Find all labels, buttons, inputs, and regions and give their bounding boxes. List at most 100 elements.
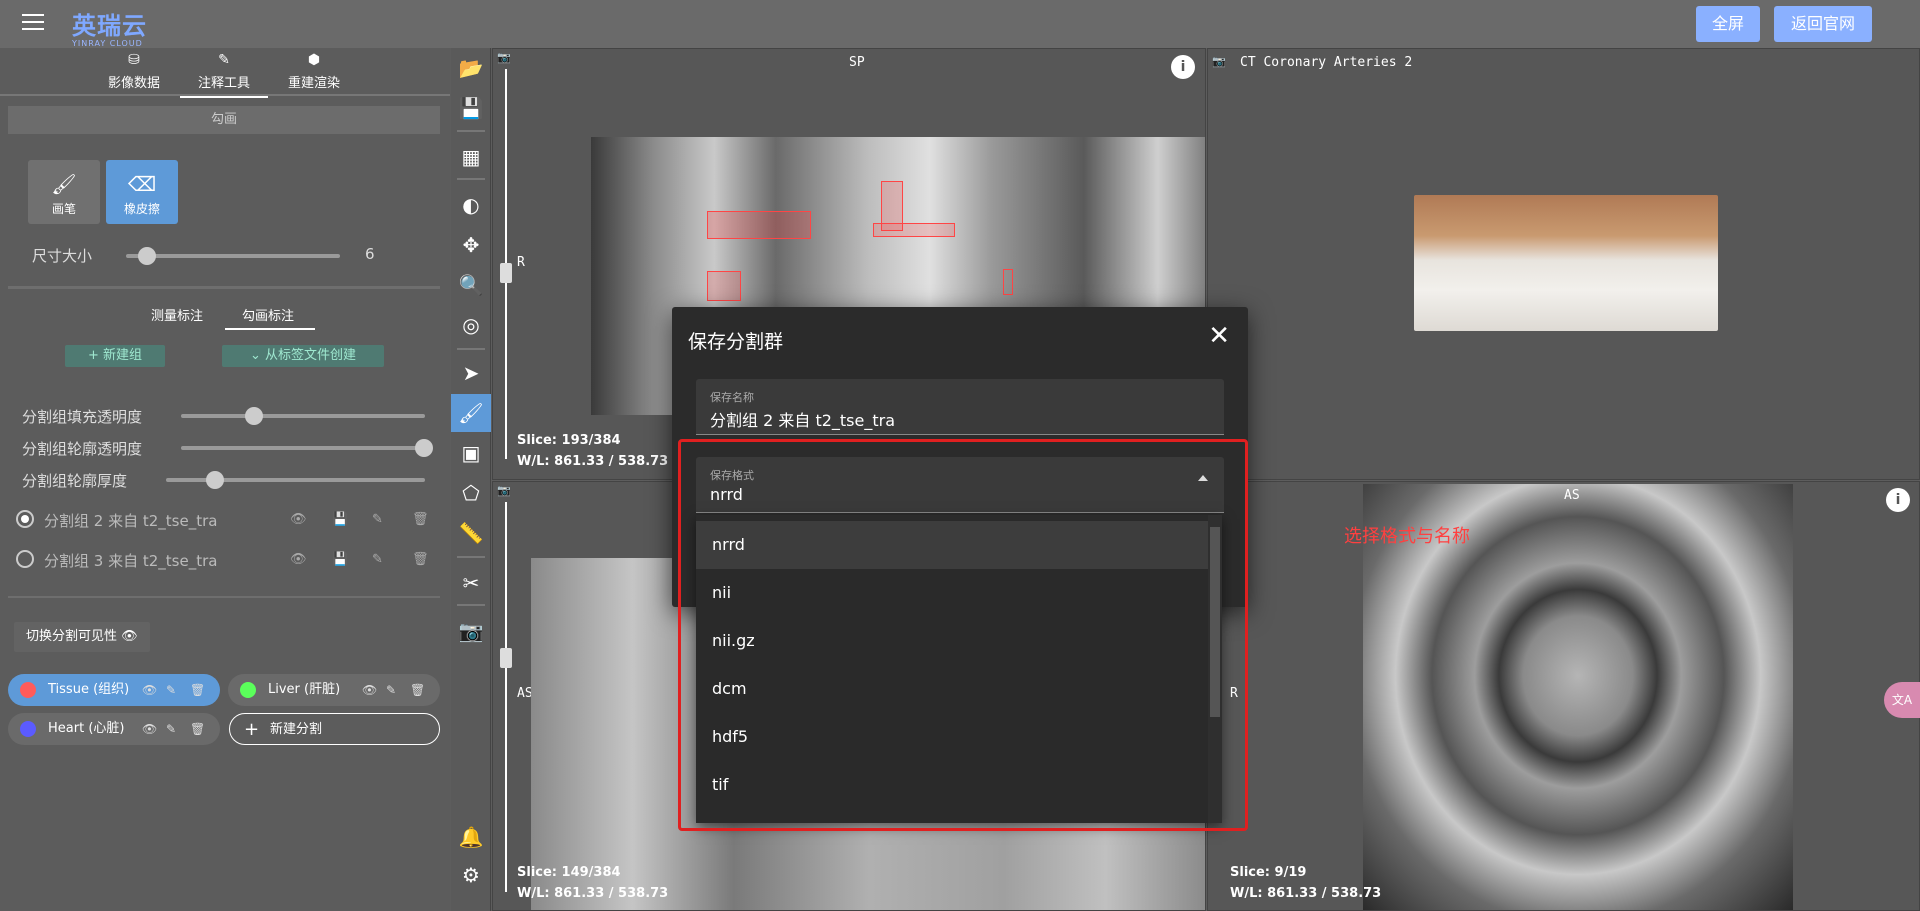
fill-opacity-slider[interactable]: [181, 407, 425, 425]
delete-icon[interactable]: 🗑: [412, 552, 429, 567]
edit-icon[interactable]: ✎: [166, 713, 176, 745]
brush-icon[interactable]: 🖌: [451, 394, 491, 432]
polygon-icon[interactable]: ⬠: [451, 474, 491, 512]
layout-icon[interactable]: ▦: [451, 138, 491, 176]
save-icon[interactable]: 💾: [332, 512, 348, 527]
contrast-icon[interactable]: ◐: [451, 186, 491, 224]
outline-opacity-label: 分割组轮廓透明度: [22, 440, 143, 458]
ruler-icon[interactable]: 📏: [451, 514, 491, 552]
eye-icon[interactable]: 👁: [142, 674, 157, 706]
crosshair-icon[interactable]: ◎: [451, 306, 491, 344]
edit-icon[interactable]: ✎: [386, 674, 396, 706]
dialog-title: 保存分割群: [688, 331, 784, 353]
back-to-site-button[interactable]: 返回官网: [1774, 6, 1872, 42]
info-icon[interactable]: i: [1171, 55, 1195, 79]
segment-chip-tissue[interactable]: Tissue (组织) 👁 ✎ 🗑: [8, 674, 220, 706]
window-level-info: W/L: 861.33 / 538.73: [1230, 886, 1382, 901]
delete-icon[interactable]: 🗑: [190, 713, 205, 745]
new-segment-button[interactable]: + 新建分割: [229, 713, 440, 745]
segment-color-dot: [20, 682, 36, 698]
viewport-bottom-right[interactable]: AS i R Slice: 9/19 W/L: 861.33 / 538.73: [1207, 481, 1920, 911]
edit-icon[interactable]: ✎: [372, 512, 383, 527]
orientation-label: SP: [849, 55, 865, 70]
brush-tool-button[interactable]: 🖌 画笔: [28, 160, 100, 224]
delete-icon[interactable]: 🗑: [190, 674, 205, 706]
close-icon[interactable]: ✕: [1208, 321, 1230, 351]
segment-chip-heart[interactable]: Heart (心脏) 👁 ✎ 🗑: [8, 713, 220, 745]
translate-icon[interactable]: 文A: [1884, 682, 1920, 718]
menu-icon[interactable]: [22, 14, 44, 32]
group-name: 分割组 3 来自 t2_tse_tra: [44, 552, 218, 570]
crop-icon[interactable]: ✂: [451, 564, 491, 602]
pan-icon[interactable]: ✥: [451, 226, 491, 264]
group-row[interactable]: 分割组 2 来自 t2_tse_tra 👁 💾 ✎ 🗑: [14, 506, 444, 532]
zoom-icon[interactable]: 🔍: [451, 266, 491, 304]
group-radio[interactable]: [16, 550, 34, 568]
slice-slider[interactable]: [505, 502, 507, 892]
toggle-segmentation-visibility-button[interactable]: 切换分割可见性 👁: [14, 622, 150, 652]
create-from-label-file-button[interactable]: ⌄ 从标签文件创建: [222, 345, 384, 367]
segment-name: Liver (肝脏): [268, 682, 341, 697]
tab-image-data[interactable]: ⛁ 影像数据: [108, 52, 160, 91]
subtab-measure[interactable]: 测量标注: [151, 305, 203, 324]
eraser-icon: ⌫: [127, 172, 157, 196]
viewport-top-right[interactable]: 📷 CT Coronary Arteries 2: [1207, 48, 1920, 480]
bell-icon[interactable]: 🔔: [451, 818, 491, 856]
size-slider-knob[interactable]: [138, 247, 156, 265]
group-row[interactable]: 分割组 3 来自 t2_tse_tra 👁 💾 ✎ 🗑: [14, 546, 444, 572]
outline-opacity-slider[interactable]: [181, 439, 433, 457]
toolbar-separator: [457, 604, 485, 606]
pointer-icon[interactable]: ➤: [451, 354, 491, 392]
new-group-button[interactable]: + 新建组: [65, 345, 165, 367]
slice-slider-handle[interactable]: [500, 648, 512, 668]
fill-opacity-knob[interactable]: [245, 407, 263, 425]
segment-name: Tissue (组织): [48, 682, 130, 697]
outline-thickness-knob[interactable]: [206, 471, 224, 489]
tab-annotation-tools[interactable]: ✎ 注释工具: [179, 52, 269, 98]
tool-label: 橡皮擦: [123, 202, 160, 216]
camera-icon[interactable]: 📷: [497, 51, 511, 64]
save-icon[interactable]: 💾: [332, 552, 348, 567]
eraser-tool-button[interactable]: ⌫ 橡皮擦: [106, 160, 178, 224]
outline-thickness-slider[interactable]: [166, 471, 425, 489]
gear-icon[interactable]: ⚙: [451, 856, 491, 894]
slice-info: Slice: 149/384: [517, 865, 621, 880]
logo-subtext: YINRAY CLOUD: [72, 39, 143, 48]
tab-reconstruction[interactable]: ⬢ 重建渲染: [288, 52, 340, 91]
segment-chip-liver[interactable]: Liver (肝脏) 👁 ✎ 🗑: [228, 674, 440, 706]
eye-icon[interactable]: 👁: [142, 713, 157, 745]
delete-icon[interactable]: 🗑: [412, 512, 429, 527]
fullscreen-button[interactable]: 全屏: [1696, 6, 1760, 42]
eye-icon[interactable]: 👁: [290, 512, 307, 527]
open-folder-icon[interactable]: 📂: [451, 49, 491, 87]
segmentation-contour: [707, 271, 741, 301]
eye-icon[interactable]: 👁: [362, 674, 377, 706]
outline-opacity-knob[interactable]: [415, 439, 433, 457]
info-icon[interactable]: i: [1886, 488, 1910, 512]
camera-icon[interactable]: 📷: [1212, 55, 1226, 68]
panel-tabs: ⛁ 影像数据 ✎ 注释工具 ⬢ 重建渲染: [0, 48, 450, 98]
slice-slider-handle[interactable]: [500, 263, 512, 283]
transform-icon[interactable]: ▣: [451, 434, 491, 472]
window-level-info: W/L: 861.33 / 538.73: [517, 886, 669, 901]
group-name: 分割组 2 来自 t2_tse_tra: [44, 512, 218, 530]
field-value[interactable]: 分割组 2 来自 t2_tse_tra: [710, 407, 895, 431]
edit-icon[interactable]: ✎: [166, 674, 176, 706]
save-icon[interactable]: 💾: [451, 89, 491, 127]
screenshot-icon[interactable]: 📷: [451, 612, 491, 650]
size-slider[interactable]: [126, 247, 340, 265]
segment-color-dot: [20, 721, 36, 737]
camera-icon[interactable]: 📷: [497, 484, 511, 497]
delete-icon[interactable]: 🗑: [410, 674, 425, 706]
eye-icon: 👁: [121, 629, 138, 644]
fill-opacity-label: 分割组填充透明度: [22, 408, 143, 426]
size-label: 尺寸大小: [32, 247, 93, 265]
subtab-contour[interactable]: 勾画标注: [242, 305, 294, 324]
toolbar-separator: [457, 348, 485, 350]
group-radio[interactable]: [16, 510, 34, 528]
edit-icon[interactable]: ✎: [372, 552, 383, 567]
tab-label: 注释工具: [198, 76, 251, 91]
button-label: 从标签文件创建: [265, 348, 357, 363]
save-name-field[interactable]: 保存名称 分割组 2 来自 t2_tse_tra: [696, 379, 1224, 435]
eye-icon[interactable]: 👁: [290, 552, 307, 567]
